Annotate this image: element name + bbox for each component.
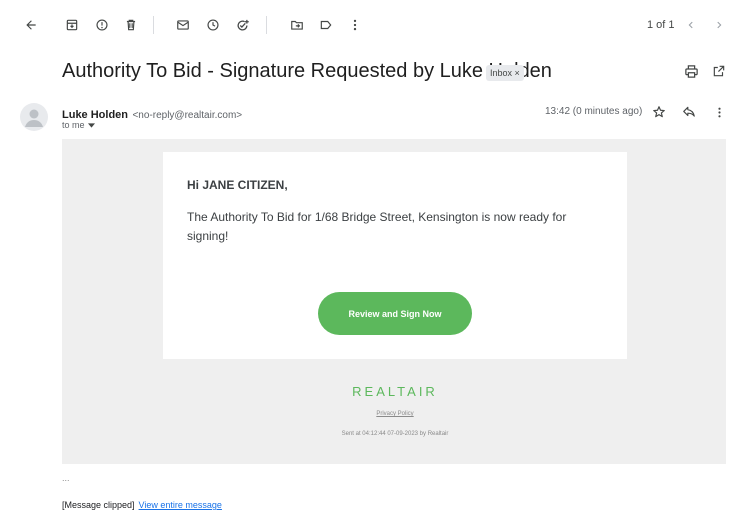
clipped-label: [Message clipped]: [62, 500, 135, 510]
mark-unread-icon[interactable]: [174, 16, 192, 34]
message-clipped-notice: [Message clipped] View entire message: [62, 500, 222, 510]
open-new-window-icon[interactable]: [710, 62, 728, 80]
inbox-label-badge[interactable]: Inbox ×: [486, 65, 524, 81]
back-arrow-icon[interactable]: [22, 16, 40, 34]
toolbar-divider: [153, 16, 154, 34]
email-greeting: Hi JANE CITIZEN,: [187, 178, 288, 192]
label-icon[interactable]: [317, 16, 335, 34]
toolbar-divider: [266, 16, 267, 34]
recipient-toggle[interactable]: to me: [62, 120, 96, 130]
message-time: 13:42 (0 minutes ago): [545, 106, 643, 117]
report-spam-icon[interactable]: [93, 16, 111, 34]
caret-down-icon: [88, 121, 96, 129]
sent-info: Sent at 04:12:44 07-09-2023 by Realtair: [341, 431, 449, 437]
review-and-sign-button[interactable]: Review and Sign Now: [318, 292, 472, 335]
email-subject: Authority To Bid - Signature Requested b…: [62, 60, 552, 82]
snooze-icon[interactable]: [204, 16, 222, 34]
more-vert-icon[interactable]: [346, 16, 364, 34]
more-vert-icon[interactable]: [711, 104, 727, 120]
print-icon[interactable]: [682, 62, 700, 80]
privacy-policy-link[interactable]: Privacy Policy: [318, 411, 472, 417]
reply-icon[interactable]: [681, 104, 697, 120]
view-entire-message-link[interactable]: View entire message: [139, 500, 222, 510]
pagination-count: 1 of 1: [647, 19, 675, 31]
star-icon[interactable]: [651, 104, 667, 120]
delete-icon[interactable]: [122, 16, 140, 34]
prev-chevron-icon[interactable]: [683, 16, 699, 34]
next-chevron-icon[interactable]: [711, 16, 727, 34]
show-trimmed-content[interactable]: ...: [62, 473, 70, 483]
archive-icon[interactable]: [63, 16, 81, 34]
avatar: [20, 103, 48, 131]
move-to-icon[interactable]: [288, 16, 306, 34]
email-body-text: The Authority To Bid for 1/68 Bridge Str…: [187, 210, 567, 243]
recipient-label: to me: [62, 120, 85, 130]
add-task-icon[interactable]: [233, 16, 251, 34]
realtair-logo: REALTAIR: [352, 384, 438, 399]
sender-email: <no-reply@realtair.com>: [132, 110, 243, 121]
